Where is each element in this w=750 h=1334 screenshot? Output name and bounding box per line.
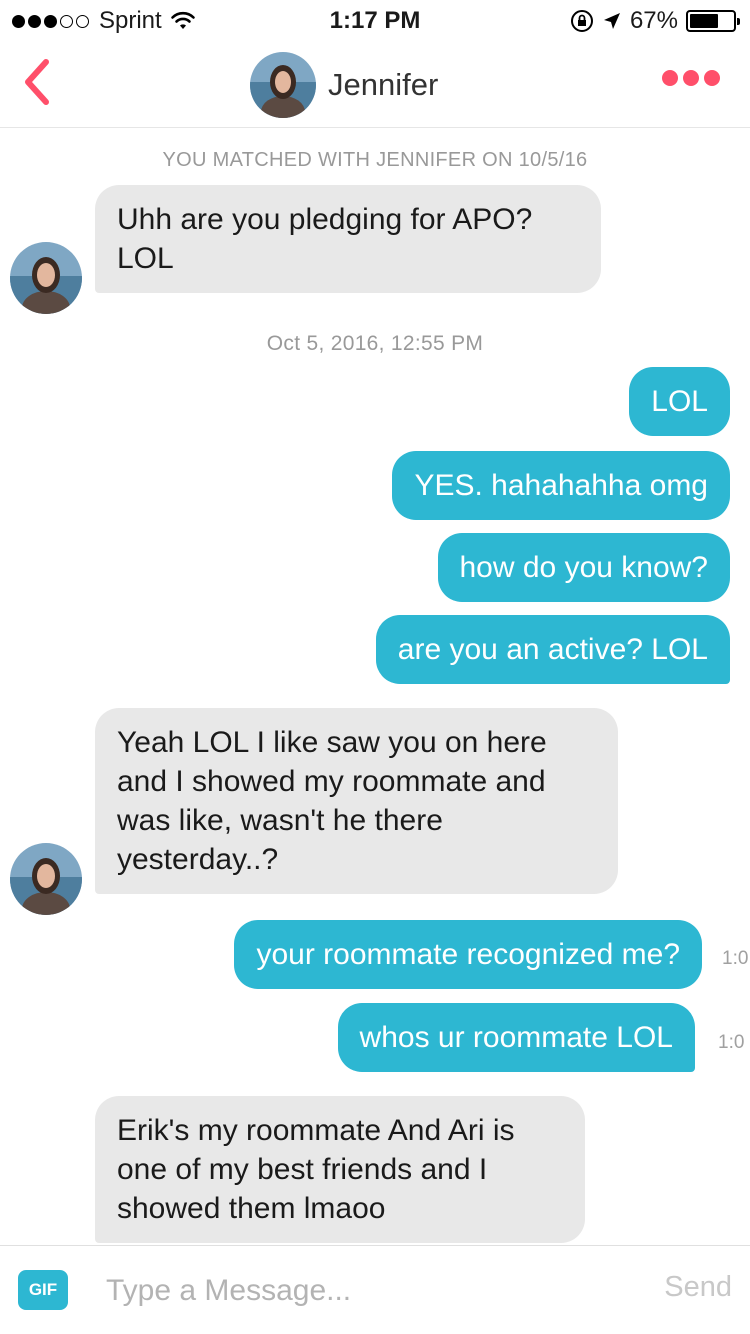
more-dots-icon: [662, 70, 678, 86]
match-profile-link[interactable]: Jennifer: [250, 52, 438, 118]
incoming-message-bubble[interactable]: Yeah LOL I like saw you on here and I sh…: [95, 708, 618, 894]
message-thread[interactable]: YOU MATCHED WITH JENNIFER ON 10/5/16 Uhh…: [0, 129, 750, 1245]
outgoing-message-bubble[interactable]: how do you know?: [437, 533, 730, 602]
battery-level: [690, 14, 719, 28]
gif-button[interactable]: GIF: [18, 1270, 68, 1310]
status-right: 67%: [570, 7, 740, 35]
chevron-left-icon: [25, 59, 49, 105]
battery-icon: [686, 10, 740, 32]
match-notice: YOU MATCHED WITH JENNIFER ON 10/5/16: [162, 149, 588, 171]
incoming-message-bubble[interactable]: Uhh are you pledging for APO? LOL: [95, 185, 601, 293]
match-name: Jennifer: [328, 67, 439, 102]
outgoing-message-bubble[interactable]: your roommate recognized me?: [234, 920, 702, 989]
more-dots-icon: [683, 70, 699, 86]
compose-bar: GIF Send: [0, 1245, 750, 1334]
outgoing-message-bubble[interactable]: YES. hahahahha omg: [392, 451, 730, 520]
battery-percent: 67%: [629, 7, 678, 34]
more-options-button[interactable]: [662, 70, 720, 86]
more-dots-icon: [704, 70, 720, 86]
rotation-lock-icon: [570, 10, 593, 32]
avatar[interactable]: [10, 242, 82, 314]
chat-header: Jennifer: [0, 40, 750, 128]
status-bar: Sprint 1:17 PM 67%: [0, 0, 750, 40]
message-timestamp: 1:0: [722, 948, 749, 969]
outgoing-message-bubble[interactable]: LOL: [629, 367, 730, 436]
outgoing-message-bubble[interactable]: whos ur roommate LOL: [337, 1003, 695, 1072]
outgoing-message-bubble[interactable]: are you an active? LOL: [375, 615, 730, 684]
date-separator: Oct 5, 2016, 12:55 PM: [266, 332, 484, 355]
message-timestamp: 1:0: [718, 1032, 745, 1053]
message-input[interactable]: [106, 1266, 626, 1316]
location-arrow-icon: [603, 13, 620, 29]
avatar: [250, 52, 316, 118]
incoming-message-bubble[interactable]: Erik's my roommate And Ari is one of my …: [95, 1096, 585, 1243]
back-button[interactable]: [14, 54, 64, 110]
send-button[interactable]: Send: [664, 1271, 732, 1304]
avatar[interactable]: [10, 843, 82, 915]
